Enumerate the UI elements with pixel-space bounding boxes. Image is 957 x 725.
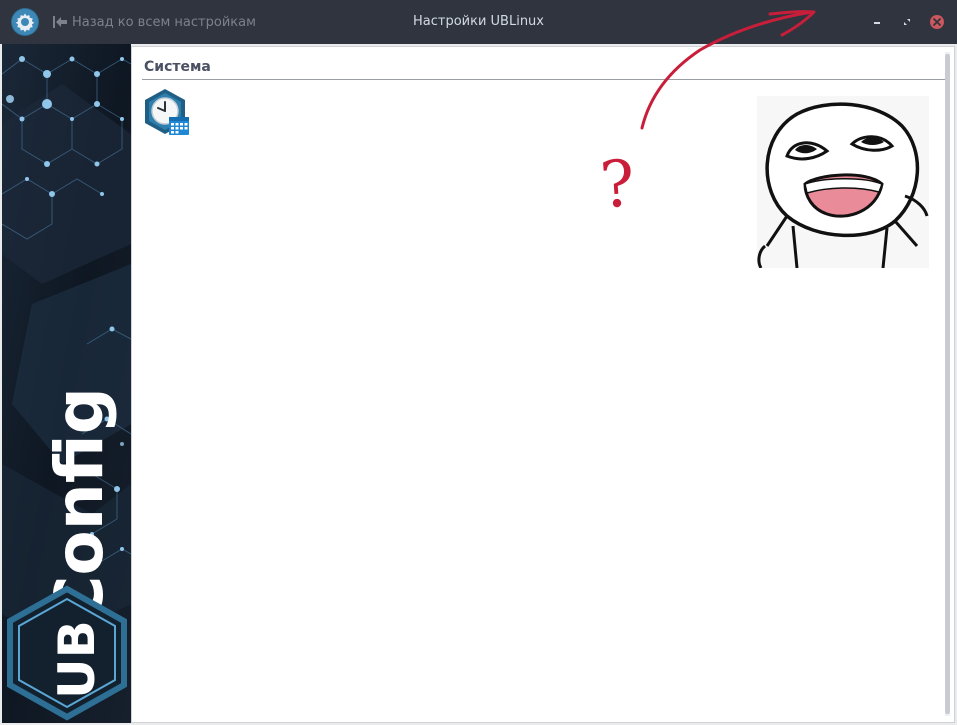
date-time-icon (145, 89, 189, 135)
close-icon (930, 15, 944, 29)
ubconfig-banner: Config UB (2, 44, 131, 723)
maximize-icon (904, 19, 910, 25)
vertical-scrollbar[interactable] (945, 52, 950, 716)
settings-panel: Система (131, 46, 955, 723)
window-titlebar: Назад ко всем настройкам Настройки UBLin… (0, 0, 957, 44)
laughing-meme-face-image (757, 96, 929, 269)
maximize-button[interactable] (898, 13, 916, 31)
section-title: Система (144, 59, 211, 75)
close-button[interactable] (928, 13, 946, 31)
window-body: Config UB Система (0, 44, 957, 725)
settings-content: Система (137, 52, 945, 716)
date-time-settings-tile[interactable] (143, 87, 191, 137)
window-title: Настройки UBLinux (412, 14, 544, 29)
minimize-icon (874, 22, 880, 24)
ubconfig-logo: Config UB (2, 44, 131, 723)
svg-text:UB: UB (48, 620, 106, 699)
minimize-button[interactable] (868, 13, 886, 31)
svg-text:Config: Config (41, 387, 118, 624)
scrollbar-thumb[interactable] (945, 54, 950, 714)
section-divider (142, 79, 945, 80)
